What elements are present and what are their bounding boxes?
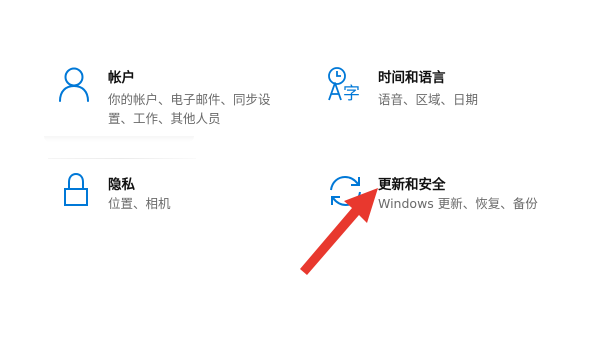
person-icon: [59, 67, 89, 102]
tile-title: 隐私: [108, 177, 135, 193]
tile-title: 帐户: [108, 70, 135, 86]
tile-description: 你的帐户、电子邮件、同步设 置、工作、其他人员: [108, 90, 271, 128]
tile-separator: [44, 136, 204, 160]
settings-tile-time-language[interactable]: 字 时间和语言 语音、区域、日期: [326, 66, 556, 116]
separator-line: [48, 158, 196, 159]
settings-page: 帐户 你的帐户、电子邮件、同步设 置、工作、其他人员 字 时间和语言 语音、区域…: [0, 0, 607, 353]
lock-icon: [64, 172, 88, 206]
tile-description: Windows 更新、恢复、备份: [378, 196, 538, 211]
tile-description-line: 置、工作、其他人员: [108, 111, 221, 126]
tile-title: 时间和语言: [378, 70, 446, 86]
tile-description: 语音、区域、日期: [378, 92, 479, 107]
tile-description: 位置、相机: [108, 196, 171, 211]
settings-tile-account[interactable]: 帐户 你的帐户、电子邮件、同步设 置、工作、其他人员: [56, 66, 271, 130]
svg-text:字: 字: [343, 84, 360, 104]
sync-icon: [330, 175, 361, 207]
tile-description-line: 你的帐户、电子邮件、同步设: [108, 92, 271, 107]
settings-tile-update-security[interactable]: 更新和安全 Windows 更新、恢复、备份: [326, 172, 566, 222]
time-language-icon: 字: [328, 67, 360, 104]
tile-title: 更新和安全: [378, 177, 446, 193]
separator-shadow: [44, 136, 194, 142]
settings-tile-privacy[interactable]: 隐私 位置、相机: [56, 172, 256, 222]
